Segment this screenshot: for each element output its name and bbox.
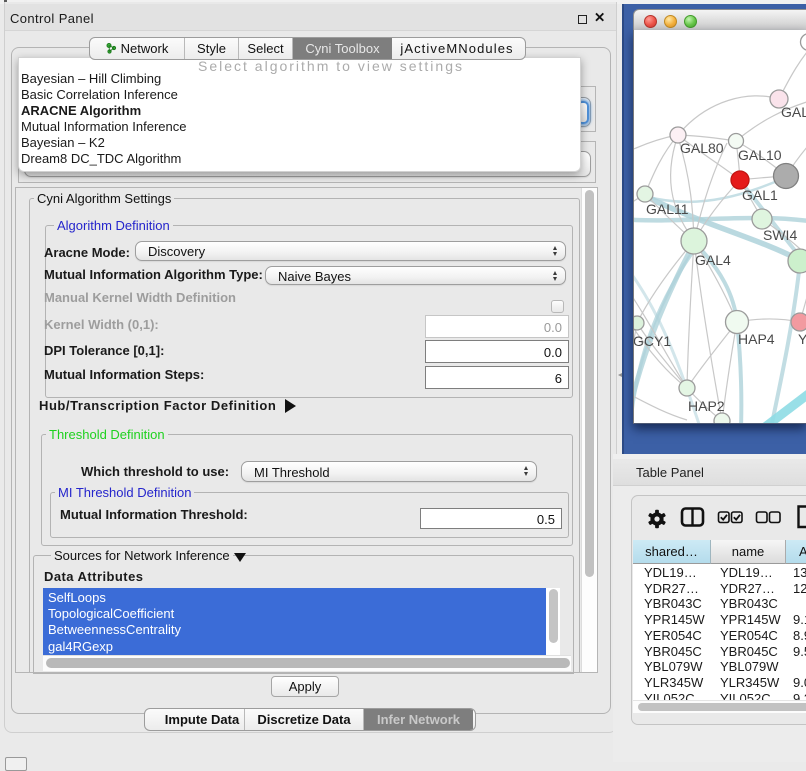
svg-text:SWI4: SWI4 bbox=[763, 227, 797, 243]
svg-text:GAL11: GAL11 bbox=[646, 201, 689, 217]
svg-text:HAP4: HAP4 bbox=[738, 331, 775, 347]
svg-text:GAL7: GAL7 bbox=[781, 104, 806, 120]
svg-text:GAL10: GAL10 bbox=[738, 147, 782, 163]
svg-text:HAP2: HAP2 bbox=[688, 398, 725, 414]
svg-text:GCY1: GCY1 bbox=[634, 333, 671, 349]
svg-text:GAL80: GAL80 bbox=[680, 140, 724, 156]
svg-text:GAL4: GAL4 bbox=[695, 252, 731, 268]
svg-text:GAL1: GAL1 bbox=[742, 187, 778, 203]
svg-text:Y: Y bbox=[798, 331, 806, 347]
